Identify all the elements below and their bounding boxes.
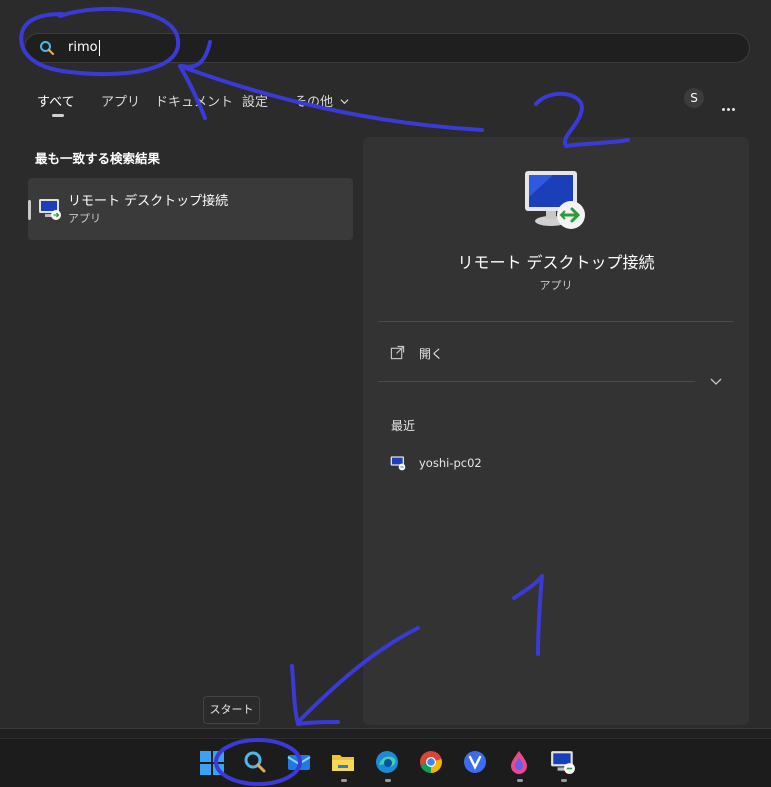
detail-pane: リモート デスクトップ接続 アプリ 開く 最近 yoshi-pc02 (363, 137, 749, 725)
more-options-icon[interactable] (722, 96, 737, 115)
open-external-icon (390, 345, 405, 360)
chrome-icon (420, 751, 442, 773)
search-icon (244, 751, 266, 773)
selection-accent (28, 200, 31, 220)
remote-desktop-icon (39, 199, 61, 220)
divider (378, 321, 733, 322)
taskbar-remote-desktop-button[interactable] (550, 749, 578, 782)
best-match-heading: 最も一致する検索結果 (35, 151, 161, 166)
start-tooltip: スタート (203, 696, 260, 724)
recent-heading: 最近 (391, 419, 416, 433)
tab-more-label: その他 (294, 95, 334, 110)
open-label: 開く (419, 347, 444, 361)
paint-icon (511, 751, 527, 774)
search-input[interactable]: rimo (68, 40, 100, 56)
running-indicator (517, 779, 523, 782)
search-box[interactable]: rimo (24, 33, 750, 63)
taskbar-paint-button[interactable] (506, 749, 534, 782)
edge-icon (376, 751, 398, 773)
taskbar-search-button[interactable] (242, 749, 270, 777)
taskbar (0, 738, 771, 787)
start-icon (200, 751, 224, 775)
divider (378, 381, 695, 382)
taskbar-vivaldi-button[interactable] (462, 749, 490, 777)
tab-all[interactable]: すべて (37, 91, 75, 110)
taskbar-chrome-button[interactable] (418, 749, 446, 777)
tab-more[interactable]: その他 (294, 91, 349, 110)
remote-desktop-icon (525, 171, 585, 229)
detail-title: リモート デスクトップ接続 (457, 253, 655, 272)
vivaldi-icon (464, 751, 486, 773)
best-match-title: リモート デスクトップ接続 (68, 194, 229, 209)
running-indicator (385, 779, 391, 782)
recent-item[interactable]: yoshi-pc02 (390, 453, 590, 473)
chevron-down-icon[interactable] (710, 377, 722, 387)
active-tab-indicator (52, 114, 64, 117)
taskbar-edge-button[interactable] (374, 749, 402, 782)
avatar[interactable]: S (684, 88, 704, 108)
tab-settings[interactable]: 設定 (242, 91, 268, 110)
detail-subtitle: アプリ (539, 279, 573, 292)
file-explorer-icon (332, 755, 354, 771)
chevron-down-icon (340, 99, 349, 105)
mail-icon (287, 755, 311, 770)
best-match-item[interactable]: リモート デスクトップ接続 アプリ (28, 178, 353, 240)
running-indicator (341, 779, 347, 782)
search-icon (40, 41, 55, 56)
remote-desktop-icon (551, 751, 575, 774)
best-match-subtitle: アプリ (68, 212, 101, 225)
recent-item-label: yoshi-pc02 (419, 456, 482, 470)
tab-documents[interactable]: ドキュメント (155, 91, 233, 110)
start-search-panel: rimo すべて アプリ ドキュメント 設定 その他 S 最も一致する検索結果 … (0, 0, 771, 729)
taskbar-mail-button[interactable] (286, 749, 314, 777)
tab-apps[interactable]: アプリ (101, 91, 140, 110)
taskbar-start-button[interactable] (198, 749, 226, 777)
running-indicator (561, 779, 567, 782)
remote-desktop-icon (390, 456, 406, 471)
taskbar-file-explorer-button[interactable] (330, 749, 358, 782)
